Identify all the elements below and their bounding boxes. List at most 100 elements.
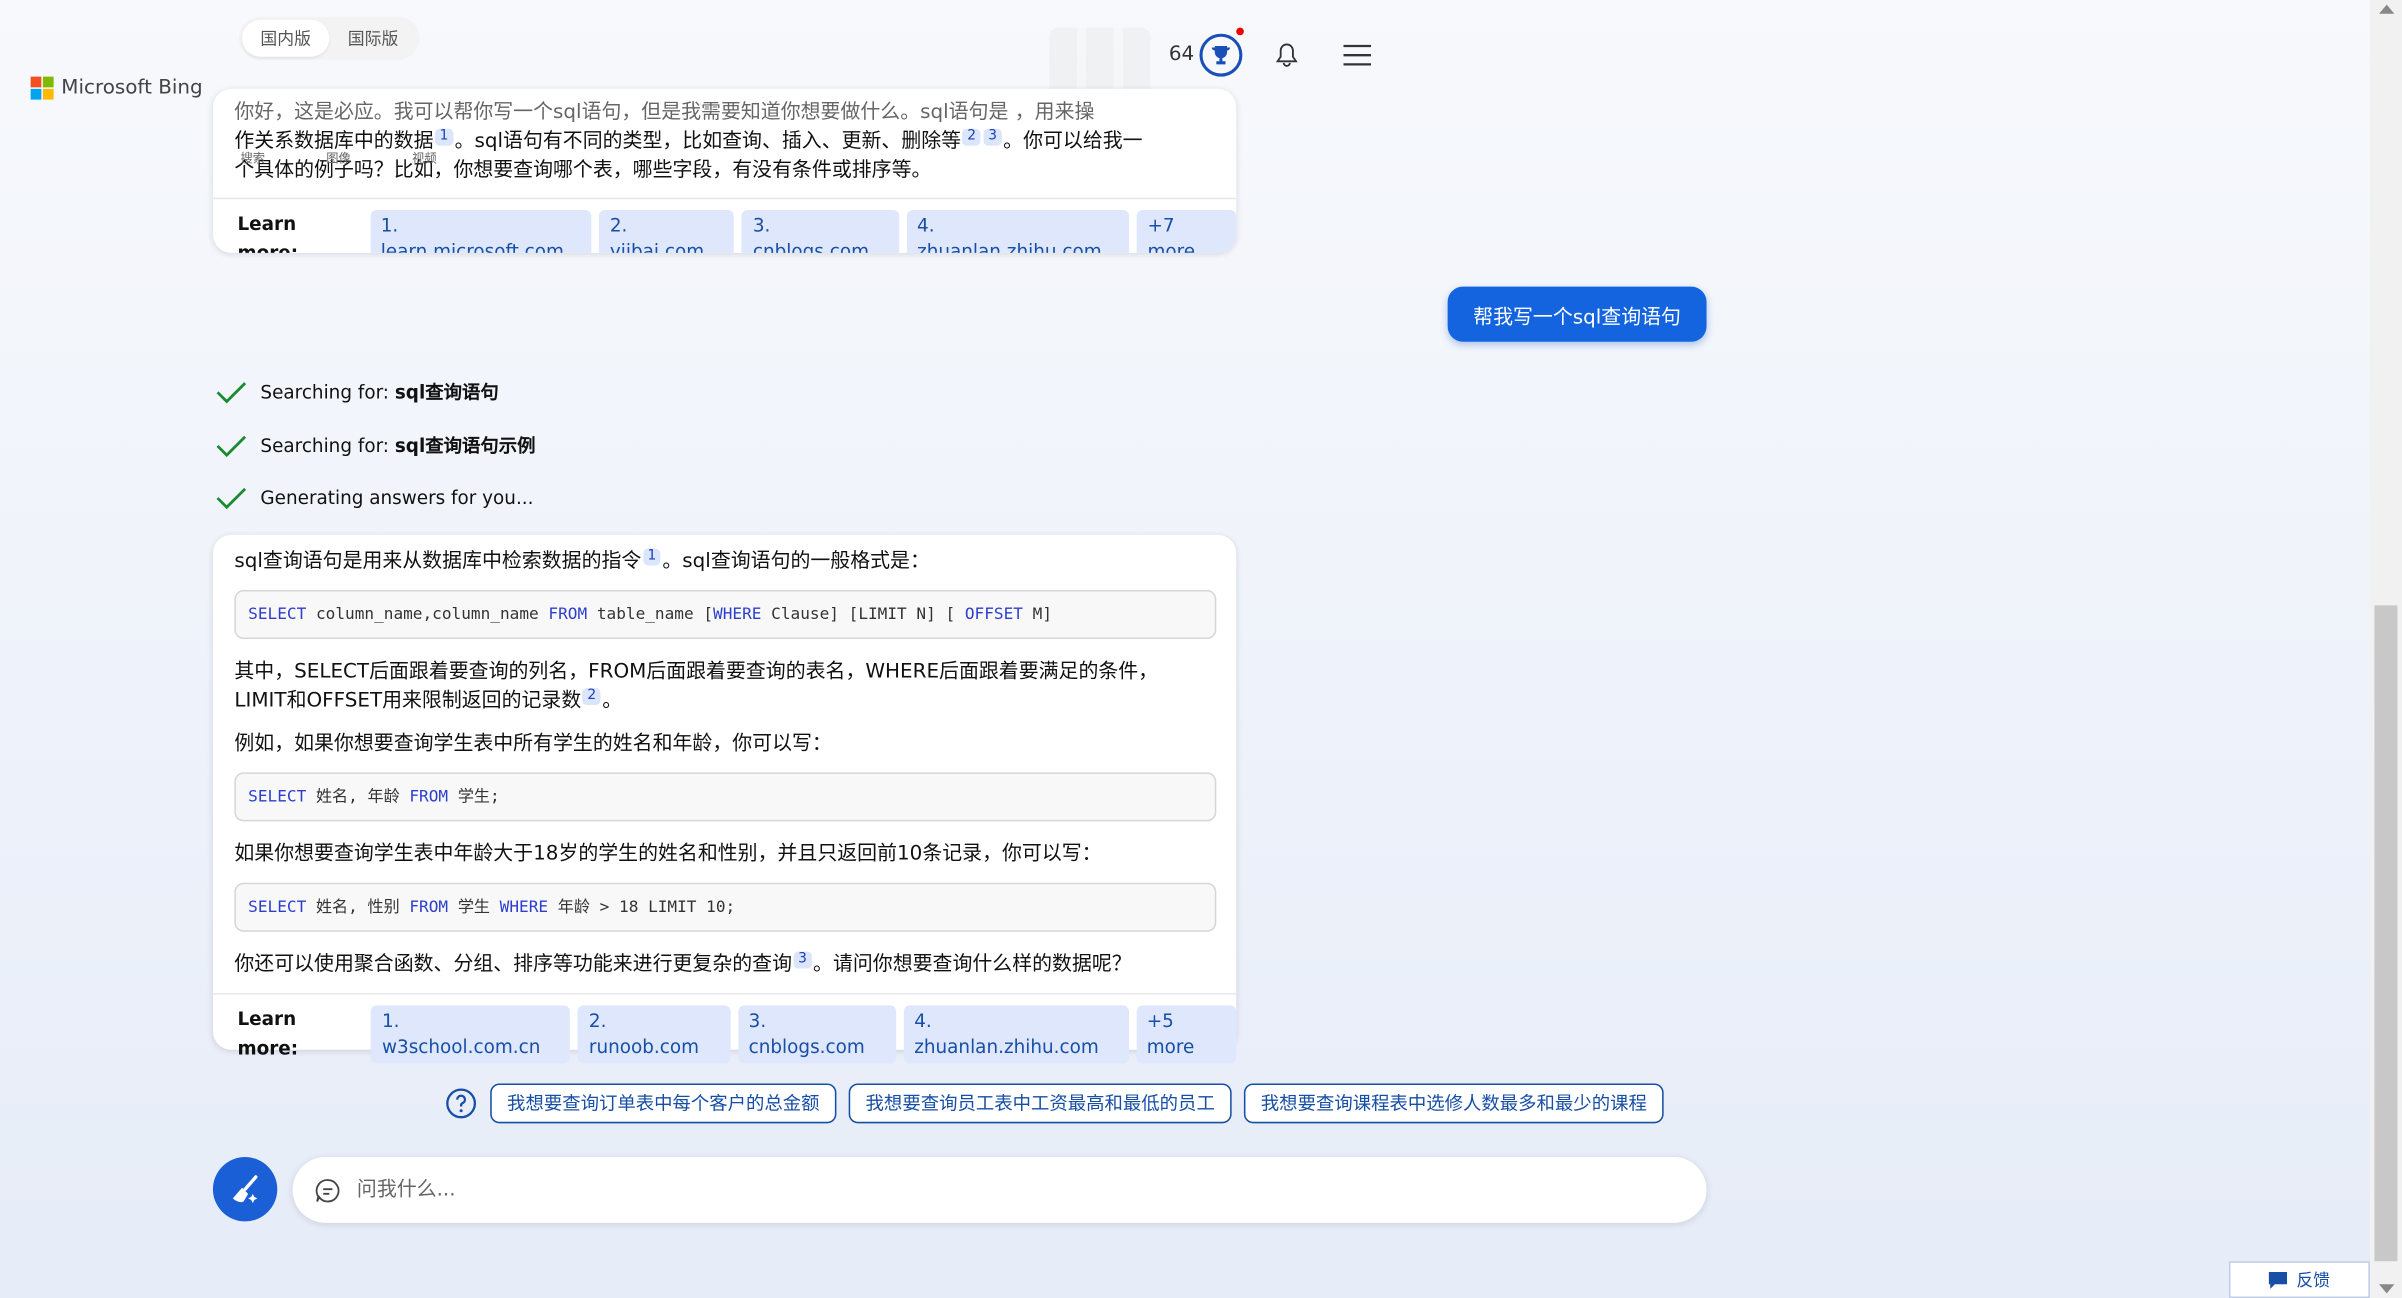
code-text: 姓名, 年龄 — [306, 786, 410, 806]
answer-text: 。 — [602, 689, 623, 713]
more-sources-link[interactable]: +5 more — [1135, 1005, 1237, 1064]
suggestion-chip[interactable]: 我想要查询课程表中选修人数最多和最少的课程 — [1243, 1083, 1664, 1124]
citation-ref[interactable]: 2 — [962, 128, 981, 146]
answer-text: 例如，如果你想要查询学生表中所有学生的姓名和年龄，你可以写： — [234, 732, 832, 756]
question-circle-icon — [446, 1088, 477, 1119]
answer-text: 你好，这是必应。我可以帮你写一个sql语句，但是我需要知道你想要做什么。sql语… — [234, 101, 1095, 125]
scope-tab-international[interactable]: 国际版 — [329, 20, 416, 57]
source-link[interactable]: 2. yiibai.com — [599, 209, 735, 253]
more-sources-link[interactable]: +7 more — [1136, 209, 1237, 253]
source-link[interactable]: 3. cnblogs.com — [737, 1005, 896, 1064]
previous-answer-card: 你好，这是必应。我可以帮你写一个sql语句，但是我需要知道你想要做什么。sql语… — [212, 88, 1237, 253]
code-block[interactable]: SELECT column_name,column_name FROM tabl… — [234, 590, 1217, 640]
divider — [212, 197, 1237, 200]
scroll-up-arrow-icon[interactable] — [2379, 4, 2395, 14]
code-block[interactable]: SELECT 姓名, 年龄 FROM 学生; — [234, 772, 1217, 822]
citation-ref[interactable]: 3 — [793, 951, 812, 969]
learn-more-bar: Learn more: 1. w3school.com.cn 2. runoob… — [237, 1005, 1237, 1064]
code-text: M] — [1022, 604, 1053, 623]
code-text: table_name [ — [587, 604, 714, 623]
code-keyword: WHERE — [713, 604, 762, 623]
code-keyword: SELECT — [248, 604, 307, 623]
source-link[interactable]: 4. zhuanlan.zhihu.com — [903, 1005, 1129, 1064]
source-link[interactable]: 2. runoob.com — [578, 1005, 731, 1064]
overlay-nav: 搜索 图像 视频 — [241, 144, 437, 173]
bing-logo[interactable]: Microsoft Bing — [30, 76, 203, 100]
code-block[interactable]: SELECT 姓名, 性别 FROM 学生 WHERE 年龄 > 18 LIMI… — [234, 882, 1217, 932]
citation-ref[interactable]: 3 — [983, 128, 1002, 146]
suggestion-chip[interactable]: 我想要查询员工表中工资最高和最低的员工 — [848, 1083, 1232, 1124]
source-link[interactable]: 3. cnblogs.com — [742, 209, 899, 253]
status-text: Generating answers for you... — [260, 487, 534, 509]
answer-text: 。请问你想要查询什么样的数据呢？ — [813, 953, 1132, 977]
source-link[interactable]: 1. learn.microsoft.com — [369, 209, 592, 253]
source-link[interactable]: 4. zhuanlan.zhihu.com — [906, 209, 1130, 253]
source-link[interactable]: 1. w3school.com.cn — [371, 1005, 571, 1064]
user-message-bubble: 帮我写一个sql查询语句 — [1447, 286, 1707, 342]
code-keyword: OFFSET — [964, 604, 1023, 623]
rewards-points: 64 — [1168, 42, 1195, 66]
answer-text: 。sql语句有不同的类型，比如查询、插入、更新、删除等 — [454, 130, 962, 154]
citation-ref[interactable]: 2 — [582, 687, 601, 705]
broom-icon — [232, 1175, 258, 1204]
checkmark-icon — [216, 487, 247, 510]
code-text: 年龄 > 18 LIMIT 10; — [548, 897, 736, 916]
code-text: 学生; — [448, 786, 500, 806]
search-query: sql查询语句 — [394, 381, 499, 404]
learn-more-label: Learn more: — [237, 213, 299, 253]
divider — [212, 993, 1237, 995]
checkmark-icon — [216, 435, 247, 457]
status-prefix: Searching for: — [260, 381, 395, 404]
search-query: sql查询语句示例 — [394, 435, 536, 457]
hamburger-menu-icon[interactable] — [1343, 44, 1372, 66]
bell-icon[interactable] — [1276, 43, 1298, 68]
chat-input[interactable] — [356, 1178, 1675, 1202]
suggestion-chip[interactable]: 我想要查询订单表中每个客户的总金额 — [490, 1083, 837, 1124]
feedback-icon — [2268, 1271, 2288, 1289]
nav-videos[interactable]: 视频 — [412, 144, 437, 173]
chat-bubble-icon — [315, 1178, 340, 1202]
notification-dot — [1236, 27, 1244, 36]
code-text: 姓名, 性别 — [306, 897, 410, 916]
scrollbar[interactable] — [2369, 0, 2402, 1298]
code-text: column_name,column_name — [306, 604, 549, 623]
scroll-thumb[interactable] — [2374, 605, 2398, 1262]
new-topic-button[interactable] — [212, 1157, 278, 1222]
learn-more-label: Learn more: — [237, 1008, 299, 1059]
code-keyword: FROM — [548, 604, 588, 623]
answer-text: 如果你想要查询学生表中年龄大于18岁的学生的姓名和性别，并且只返回前10条记录，… — [234, 842, 1102, 866]
scope-tab-domestic[interactable]: 国内版 — [242, 19, 330, 57]
learn-more-bar: Learn more: 1. learn.microsoft.com 2. yi… — [237, 209, 1237, 253]
status-searching-2: Searching for: sql查询语句示例 — [216, 432, 536, 458]
answer-card: sql查询语句是用来从数据库中检索数据的指令 1 。sql查询语句的一般格式是： S… — [212, 534, 1237, 1064]
chat-input-box[interactable] — [292, 1157, 1707, 1223]
rewards-trophy-icon[interactable] — [1199, 33, 1243, 77]
checkmark-icon — [216, 381, 247, 403]
code-keyword: SELECT — [248, 897, 307, 916]
code-keyword: SELECT — [248, 786, 307, 806]
answer-text: LIMIT和OFFSET用来限制返回的记录数 — [234, 689, 582, 713]
feedback-label: 反馈 — [2296, 1270, 2331, 1291]
suggestion-bar: 我想要查询订单表中每个客户的总金额 我想要查询员工表中工资最高和最低的员工 我想… — [444, 1083, 1664, 1124]
answer-text: 。sql查询语句的一般格式是： — [662, 550, 930, 574]
answer-text: 其中，SELECT后面跟着要查询的列名，FROM后面跟着要查询的表名，WHERE… — [234, 660, 1159, 684]
citation-ref[interactable]: 1 — [642, 548, 661, 565]
code-keyword: WHERE — [499, 897, 549, 916]
code-keyword: FROM — [409, 897, 449, 916]
answer-text: 。你可以给我一 — [1003, 130, 1143, 154]
answer-paragraph: 例如，如果你想要查询学生表中所有学生的姓名和年龄，你可以写： — [234, 729, 1214, 758]
answer-text: 你还可以使用聚合函数、分组、排序等功能来进行更复杂的查询 — [234, 953, 793, 977]
brand-name: Microsoft Bing — [61, 76, 203, 100]
scroll-down-arrow-icon[interactable] — [2379, 1284, 2395, 1294]
citation-ref[interactable]: 1 — [435, 128, 454, 146]
code-text: 学生 — [448, 897, 500, 916]
code-text: Clause] [LIMIT N] [ — [761, 604, 965, 623]
scope-tabs: 国内版 国际版 — [238, 16, 420, 60]
nav-images[interactable]: 图像 — [326, 144, 351, 173]
answer-paragraph: sql查询语句是用来从数据库中检索数据的指令 1 。sql查询语句的一般格式是： — [234, 547, 1214, 576]
status-searching-1: Searching for: sql查询语句 — [216, 379, 499, 405]
status-generating: Generating answers for you... — [216, 486, 533, 511]
nav-search[interactable]: 搜索 — [241, 144, 266, 173]
answer-paragraph: 其中，SELECT后面跟着要查询的列名，FROM后面跟着要查询的表名，WHERE… — [234, 657, 1214, 715]
feedback-button[interactable]: 反馈 — [2228, 1261, 2370, 1298]
